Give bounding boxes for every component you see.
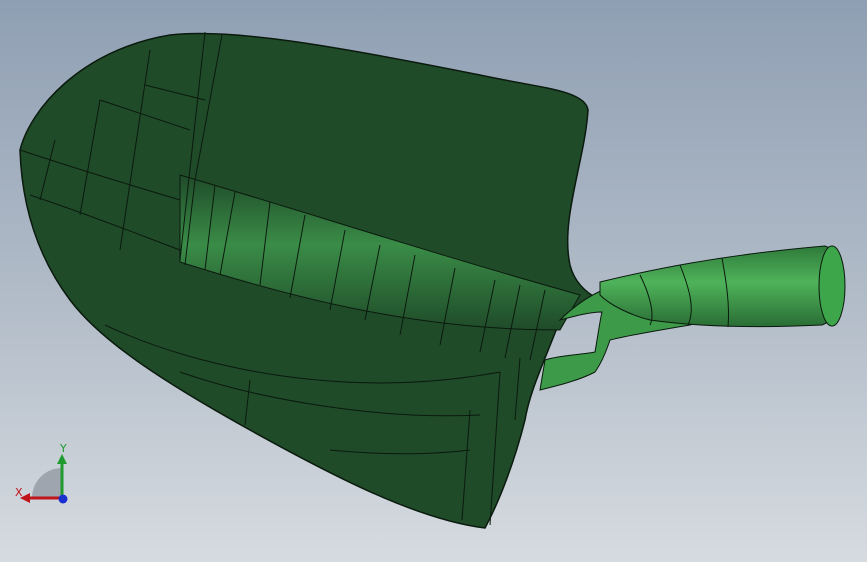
triad-x-label: X: [15, 486, 23, 499]
triad-y-label: Y: [59, 442, 67, 455]
3d-viewport[interactable]: Y X: [0, 0, 867, 562]
triad-quarter-disk: [32, 468, 62, 498]
shovel-model[interactable]: [0, 0, 867, 562]
orientation-triad: Y X: [15, 442, 68, 504]
handle-tube: [599, 245, 843, 328]
handle-end-cap: [818, 245, 846, 327]
triad-y-arrow-icon: [57, 454, 67, 464]
triad-z-axis-dot-icon: [58, 494, 68, 504]
